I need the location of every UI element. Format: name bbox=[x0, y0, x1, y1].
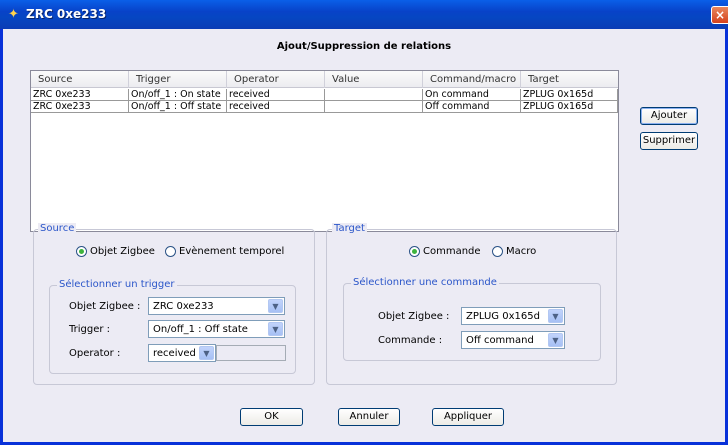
operator-select[interactable]: received ▼ bbox=[148, 344, 216, 362]
column-header-value[interactable]: Value bbox=[325, 71, 423, 88]
command-legend: Sélectionner une commande bbox=[351, 277, 499, 289]
table-header: Source Trigger Operator Value Command/ma… bbox=[31, 71, 618, 88]
radio-evenement-temporel-label: Evènement temporel bbox=[179, 246, 285, 257]
command-object-value: ZPLUG 0x165d bbox=[466, 311, 540, 322]
dialog-client-area: Ajout/Suppression de relations Source Tr… bbox=[3, 29, 725, 442]
radio-macro-label: Macro bbox=[506, 246, 537, 257]
table-cell: On command bbox=[423, 89, 521, 101]
chevron-down-icon[interactable]: ▼ bbox=[548, 309, 563, 323]
table-cell: ZRC 0xe233 bbox=[31, 89, 129, 101]
trigger-label: Trigger : bbox=[69, 324, 111, 335]
command-object-select[interactable]: ZPLUG 0x165d ▼ bbox=[461, 307, 565, 325]
radio-macro[interactable] bbox=[492, 246, 503, 257]
cancel-button[interactable]: Annuler bbox=[338, 408, 400, 426]
remove-button[interactable]: Supprimer bbox=[640, 132, 698, 150]
table-row[interactable]: ZRC 0xe233 On/off_1 : Off state received… bbox=[31, 101, 618, 113]
trigger-select[interactable]: On/off_1 : Off state ▼ bbox=[148, 320, 285, 338]
table-cell: On/off_1 : On state bbox=[129, 89, 227, 101]
close-button[interactable]: × bbox=[711, 6, 728, 24]
command-object-label: Objet Zigbee : bbox=[378, 311, 450, 322]
dialog-window: ✦ ZRC 0xe233 × Ajout/Suppression de rela… bbox=[0, 0, 728, 445]
table-cell: ZPLUG 0x165d bbox=[521, 89, 618, 101]
table-cell bbox=[325, 101, 423, 113]
relations-table[interactable]: Source Trigger Operator Value Command/ma… bbox=[30, 70, 619, 232]
trigger-legend: Sélectionner un trigger bbox=[57, 279, 177, 291]
page-title: Ajout/Suppression de relations bbox=[276, 41, 452, 52]
trigger-object-value: ZRC 0xe233 bbox=[153, 301, 214, 312]
table-cell: Off command bbox=[423, 101, 521, 113]
chevron-down-icon[interactable]: ▼ bbox=[268, 322, 283, 336]
app-icon: ✦ bbox=[8, 7, 19, 22]
add-button[interactable]: Ajouter bbox=[640, 107, 698, 125]
radio-commande-label: Commande bbox=[423, 246, 481, 257]
table-cell: received bbox=[227, 89, 325, 101]
trigger-value: On/off_1 : Off state bbox=[153, 324, 248, 335]
command-value: Off command bbox=[466, 335, 534, 346]
trigger-object-select[interactable]: ZRC 0xe233 ▼ bbox=[148, 297, 285, 315]
table-cell bbox=[325, 89, 423, 101]
column-header-trigger[interactable]: Trigger bbox=[129, 71, 227, 88]
title-bar[interactable]: ✦ ZRC 0xe233 × bbox=[0, 0, 728, 29]
column-header-source[interactable]: Source bbox=[31, 71, 129, 88]
chevron-down-icon[interactable]: ▼ bbox=[548, 333, 563, 347]
radio-evenement-temporel[interactable] bbox=[165, 246, 176, 257]
window-title: ZRC 0xe233 bbox=[26, 7, 107, 21]
table-cell: ZRC 0xe233 bbox=[31, 101, 129, 113]
column-header-target[interactable]: Target bbox=[521, 71, 618, 88]
command-select[interactable]: Off command ▼ bbox=[461, 331, 565, 349]
table-cell: ZPLUG 0x165d bbox=[521, 101, 618, 113]
table-cell: received bbox=[227, 101, 325, 113]
radio-objet-zigbee-label: Objet Zigbee bbox=[90, 246, 155, 257]
column-header-command[interactable]: Command/macro bbox=[423, 71, 521, 88]
apply-button[interactable]: Appliquer bbox=[432, 408, 504, 426]
table-cell: On/off_1 : Off state bbox=[129, 101, 227, 113]
table-row[interactable]: ZRC 0xe233 On/off_1 : On state received … bbox=[31, 89, 618, 101]
chevron-down-icon[interactable]: ▼ bbox=[199, 346, 214, 360]
chevron-down-icon[interactable]: ▼ bbox=[268, 299, 283, 313]
radio-objet-zigbee[interactable] bbox=[76, 246, 87, 257]
operator-value: received bbox=[153, 348, 196, 359]
ok-button[interactable]: OK bbox=[240, 408, 303, 426]
column-header-operator[interactable]: Operator bbox=[227, 71, 325, 88]
target-legend: Target bbox=[332, 223, 367, 235]
command-label: Commande : bbox=[378, 335, 443, 346]
radio-commande[interactable] bbox=[409, 246, 420, 257]
trigger-object-label: Objet Zigbee : bbox=[69, 301, 141, 312]
source-legend: Source bbox=[38, 223, 77, 235]
operator-value-input bbox=[216, 345, 286, 361]
operator-label: Operator : bbox=[69, 348, 121, 359]
